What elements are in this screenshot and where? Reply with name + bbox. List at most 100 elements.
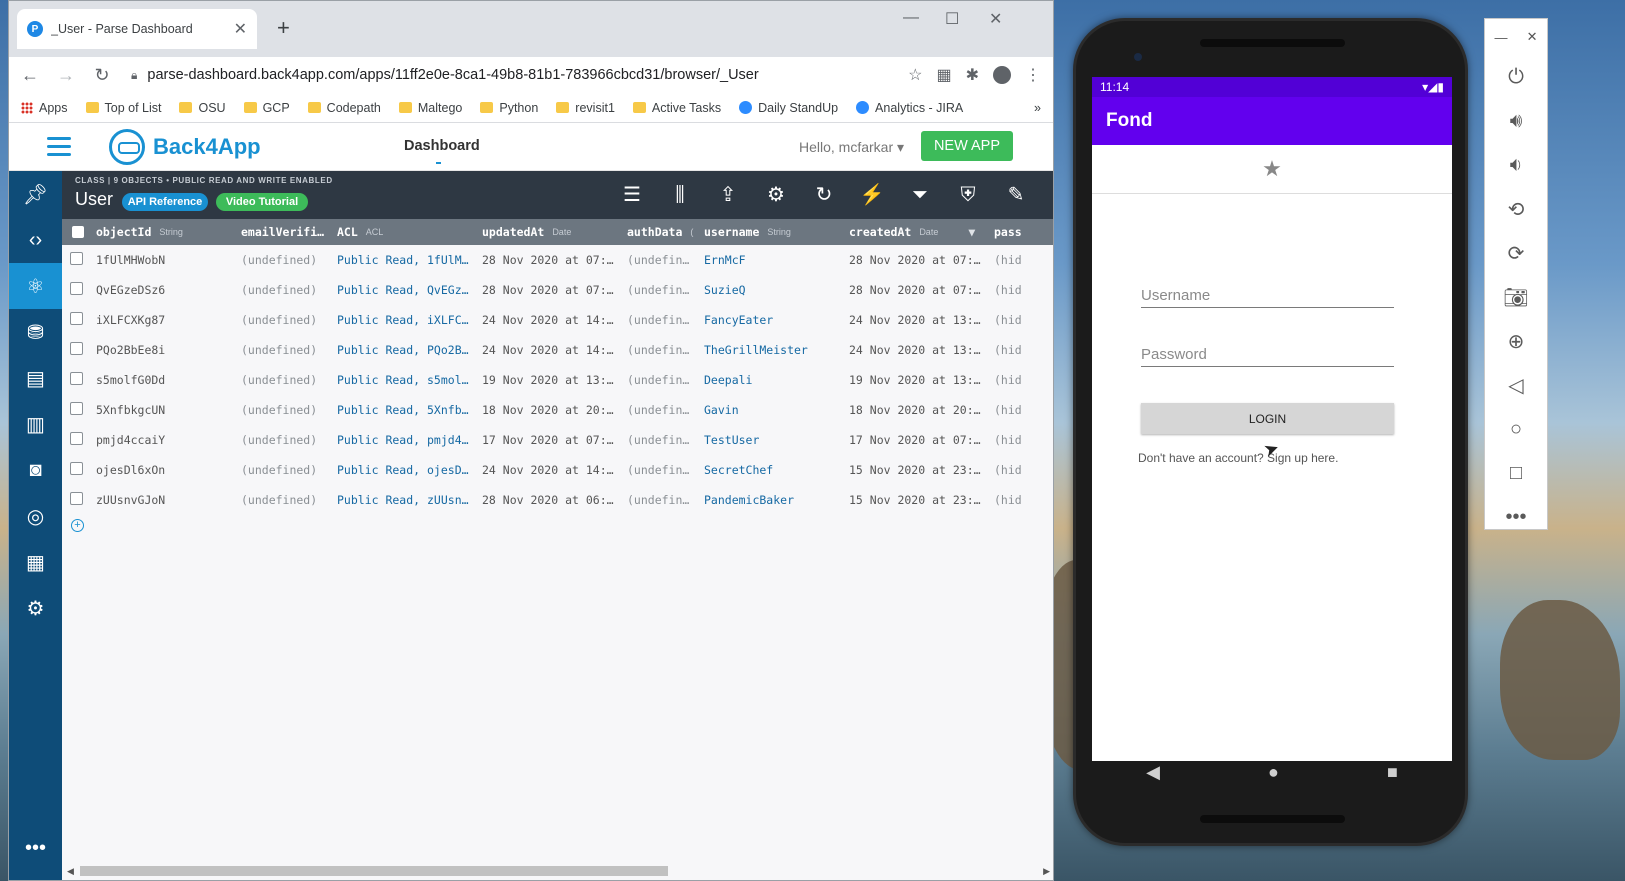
column-header-objectid[interactable]: objectId String (96, 219, 236, 245)
power-icon[interactable]: ⏻ (1485, 55, 1547, 99)
gallery-icon[interactable]: ▥ (9, 401, 62, 447)
cell-pass[interactable]: (hid (994, 463, 1053, 477)
cell-updated[interactable]: 24 Nov 2020 at 14:… (482, 313, 622, 327)
browser-menu-icon[interactable]: ⋮ (1025, 65, 1041, 85)
volume-down-icon[interactable]: 🔉︎ (1485, 143, 1547, 187)
push-notification-icon[interactable]: ◙ (9, 447, 62, 493)
scroll-right-arrow-icon[interactable]: ▶ (1043, 866, 1050, 877)
cell-acl[interactable]: Public Read, iXLFC… (337, 313, 477, 327)
cell-objectid[interactable]: 1fUlMHWobN (96, 253, 236, 267)
table-row[interactable]: QvEGzeDSz6 (undefined) Public Read, QvEGz…… (62, 275, 1053, 305)
cloud-code-icon[interactable]: ⛃ (9, 309, 62, 355)
cell-acl[interactable]: Public Read, QvEGz… (337, 283, 477, 297)
cell-auth[interactable]: (undefin… (627, 433, 699, 447)
cell-pass[interactable]: (hid (994, 403, 1053, 417)
cell-created[interactable]: 15 Nov 2020 at 23:… (849, 493, 989, 507)
column-header-password[interactable]: pass (994, 219, 1053, 245)
bookmark-apps[interactable]: Apps (21, 101, 68, 115)
cell-acl[interactable]: Public Read, 1fUlM… (337, 253, 477, 267)
edit-notes-icon[interactable]: ✎ (1003, 183, 1029, 207)
cell-created[interactable]: 19 Nov 2020 at 13:… (849, 373, 989, 387)
rotate-left-icon[interactable]: ⟲ (1485, 187, 1547, 231)
security-shield-icon[interactable]: ⛨ (955, 183, 981, 207)
cell-acl[interactable]: Public Read, zUUsn… (337, 493, 477, 507)
code-icon[interactable]: ‹› (9, 217, 62, 263)
api-reference-button[interactable]: API Reference (122, 193, 208, 211)
cell-objectid[interactable]: ojesDl6xOn (96, 463, 236, 477)
analytics-icon[interactable]: ◎ (9, 493, 62, 539)
cell-pass[interactable]: (hid (994, 493, 1053, 507)
cell-username[interactable]: Gavin (704, 403, 844, 417)
zoom-icon[interactable]: ⊕ (1485, 319, 1547, 363)
overview-icon[interactable]: □ (1485, 451, 1547, 495)
row-checkbox[interactable] (70, 492, 83, 505)
row-checkbox[interactable] (70, 462, 83, 475)
cell-created[interactable]: 24 Nov 2020 at 13:… (849, 313, 989, 327)
cell-pass[interactable]: (hid (994, 253, 1053, 267)
home-circle-icon[interactable]: ● (1268, 762, 1279, 783)
cell-objectid[interactable]: QvEGzeDSz6 (96, 283, 236, 297)
emulator-close-button[interactable]: ✕ (1527, 29, 1538, 45)
cell-objectid[interactable]: s5molfG0Dd (96, 373, 236, 387)
cell-created[interactable]: 28 Nov 2020 at 07:… (849, 283, 989, 297)
cell-username[interactable]: TheGrillMeister (704, 343, 844, 357)
address-bar[interactable]: 🔒︎ parse-dashboard.back4app.com/apps/11f… (125, 60, 899, 90)
cell-objectid[interactable]: zUUsnvGJoN (96, 493, 236, 507)
cell-acl[interactable]: Public Read, pmjd4… (337, 433, 477, 447)
row-checkbox[interactable] (70, 312, 83, 325)
cell-pass[interactable]: (hid (994, 433, 1053, 447)
cell-pass[interactable]: (hid (994, 313, 1053, 327)
more-options-icon[interactable]: ••• (1485, 495, 1547, 539)
cell-username[interactable]: PandemicBaker (704, 493, 844, 507)
row-checkbox[interactable] (70, 252, 83, 265)
extension-grid-icon[interactable]: ▦ (936, 65, 951, 85)
sort-descending-icon[interactable]: ▼ (968, 225, 975, 239)
user-greeting-dropdown[interactable]: Hello, mcfarkar ▾ (799, 139, 904, 156)
quick-action-icon[interactable]: ⚡ (859, 183, 885, 207)
volume-up-icon[interactable]: 🔊︎ (1485, 99, 1547, 143)
add-column-icon[interactable]: ⫼ (667, 183, 693, 207)
cell-objectid[interactable]: pmjd4ccaiY (96, 433, 236, 447)
cell-email[interactable]: (undefined) (241, 283, 331, 297)
cell-email[interactable]: (undefined) (241, 433, 331, 447)
reload-icon[interactable]: ↻ (89, 65, 115, 86)
table-row[interactable]: iXLFCXKg87 (undefined) Public Read, iXLFC…… (62, 305, 1053, 335)
bookmark-item[interactable]: Maltego (398, 101, 462, 115)
cell-updated[interactable]: 24 Nov 2020 at 14:… (482, 343, 622, 357)
table-row[interactable]: pmjd4ccaiY (undefined) Public Read, pmjd4…… (62, 425, 1053, 455)
profile-avatar-icon[interactable] (993, 66, 1011, 84)
more-dots-icon[interactable]: ••• (9, 837, 62, 860)
cell-objectid[interactable]: PQo2BbEe8i (96, 343, 236, 357)
new-tab-button[interactable]: + (277, 15, 290, 41)
minimize-button[interactable]: — (903, 9, 919, 27)
table-row[interactable]: zUUsnvGJoN (undefined) Public Read, zUUsn…… (62, 485, 1053, 515)
back-triangle-icon[interactable]: ◀ (1146, 762, 1160, 783)
cell-email[interactable]: (undefined) (241, 403, 331, 417)
cell-username[interactable]: TestUser (704, 433, 844, 447)
cell-created[interactable]: 28 Nov 2020 at 07:… (849, 253, 989, 267)
cell-email[interactable]: (undefined) (241, 463, 331, 477)
scroll-left-arrow-icon[interactable]: ◀ (67, 866, 74, 877)
cell-updated[interactable]: 17 Nov 2020 at 07:… (482, 433, 622, 447)
password-field[interactable]: Password (1141, 346, 1394, 367)
cell-updated[interactable]: 28 Nov 2020 at 07:… (482, 283, 622, 297)
cell-created[interactable]: 18 Nov 2020 at 20:… (849, 403, 989, 417)
login-button[interactable]: LOGIN (1141, 403, 1394, 434)
video-tutorial-button[interactable]: Video Tutorial (216, 193, 308, 211)
cell-acl[interactable]: Public Read, PQo2B… (337, 343, 477, 357)
back-arrow-icon[interactable]: ← (17, 65, 43, 86)
signup-link[interactable]: Don't have an account? Sign up here. (1138, 451, 1338, 465)
tab-close-icon[interactable]: ✕ (234, 19, 247, 39)
row-checkbox[interactable] (70, 372, 83, 385)
table-icon[interactable]: ▤ (9, 355, 62, 401)
row-checkbox[interactable] (70, 432, 83, 445)
cell-auth[interactable]: (undefin… (627, 493, 699, 507)
cell-acl[interactable]: Public Read, ojesD… (337, 463, 477, 477)
cell-updated[interactable]: 28 Nov 2020 at 07:… (482, 253, 622, 267)
add-row-icon[interactable]: ☰ (619, 183, 645, 207)
cell-updated[interactable]: 18 Nov 2020 at 20:… (482, 403, 622, 417)
bookmark-item[interactable]: OSU (179, 101, 226, 115)
cell-auth[interactable]: (undefin… (627, 373, 699, 387)
cell-auth[interactable]: (undefin… (627, 343, 699, 357)
browser-tab[interactable]: P _User - Parse Dashboard ✕ (17, 9, 257, 49)
